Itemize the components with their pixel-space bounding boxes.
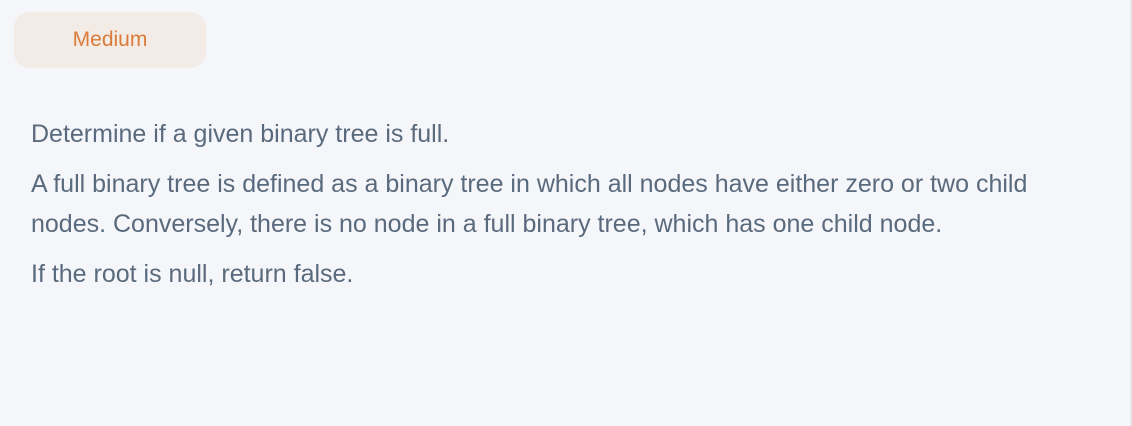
description-paragraph: If the root is null, return false. xyxy=(31,260,354,288)
problem-description: Determine if a given binary tree is full… xyxy=(31,114,1031,294)
description-paragraph: Determine if a given binary tree is full… xyxy=(31,120,450,148)
description-paragraph: A full binary tree is defined as a binar… xyxy=(31,170,1028,238)
difficulty-badge: Medium xyxy=(14,12,206,68)
difficulty-label: Medium xyxy=(72,28,148,51)
